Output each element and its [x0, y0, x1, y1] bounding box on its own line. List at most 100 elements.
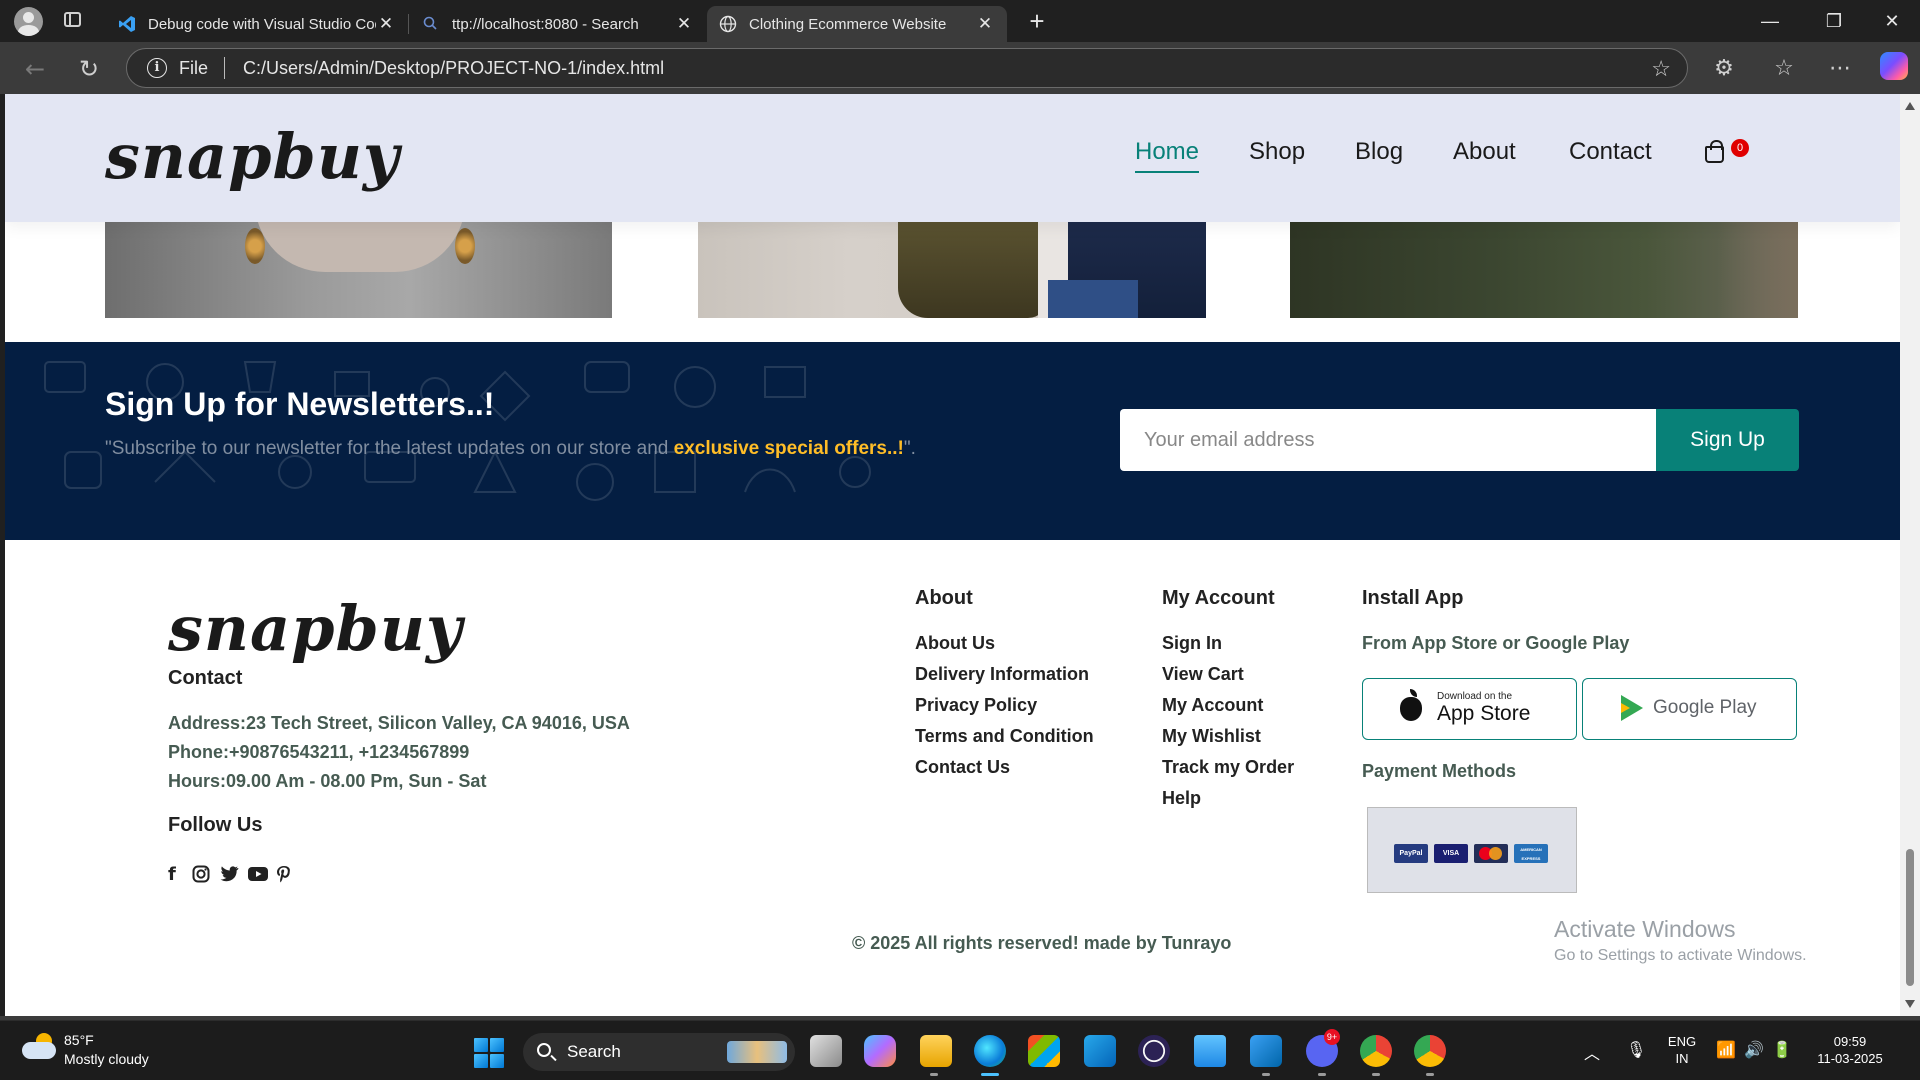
back-arrow-icon[interactable]: ←	[20, 54, 50, 84]
newsletter-text-suffix: ".	[903, 438, 916, 459]
more-options-icon[interactable]: ⋯	[1826, 55, 1854, 83]
site-header: snapbuy Home Shop Blog About Contact 0	[5, 94, 1900, 222]
facebook-icon[interactable]: f	[168, 864, 180, 885]
contact-us-link[interactable]: Contact Us	[915, 757, 1010, 778]
sign-in-link[interactable]: Sign In	[1162, 633, 1222, 654]
terms-and-condition-link[interactable]: Terms and Condition	[915, 726, 1094, 747]
task-view-icon[interactable]	[810, 1035, 842, 1067]
scrollbar-thumb[interactable]	[1906, 849, 1914, 986]
clock-date: 11-03-2025	[1817, 1051, 1883, 1066]
microsoft-store-icon[interactable]	[1028, 1035, 1060, 1067]
banner-image-accessories[interactable]	[105, 222, 612, 318]
activate-windows-subtitle: Go to Settings to activate Windows.	[1554, 947, 1807, 964]
nav-blog[interactable]: Blog	[1355, 138, 1403, 166]
footer-logo[interactable]: snapbuy	[168, 592, 463, 665]
windows-start-icon[interactable]	[474, 1038, 504, 1068]
google-play-label: Google Play	[1653, 697, 1757, 718]
about-heading: About	[915, 587, 973, 609]
new-tab-button[interactable]: +	[1022, 6, 1052, 36]
activate-windows-title: Activate Windows	[1554, 916, 1736, 942]
volume-icon[interactable]: 🔊	[1744, 1040, 1764, 1060]
payment-methods-heading: Payment Methods	[1362, 761, 1517, 781]
notepad-icon[interactable]	[1194, 1035, 1226, 1067]
weather-widget[interactable]: 85°F Mostly cloudy	[64, 1031, 149, 1069]
delivery-information-link[interactable]: Delivery Information	[915, 664, 1089, 685]
search-highlight-image	[727, 1041, 787, 1063]
install-app-heading: Install App	[1362, 587, 1464, 609]
apple-icon	[1400, 689, 1422, 721]
file-explorer-icon[interactable]	[920, 1035, 952, 1067]
favorite-star-icon[interactable]: ☆	[1651, 56, 1671, 82]
google-play-button[interactable]: Google Play	[1582, 678, 1797, 740]
running-indicator	[1318, 1073, 1326, 1076]
globe-icon	[719, 15, 737, 33]
weather-cloudy-icon[interactable]	[22, 1033, 58, 1061]
url-text[interactable]: C:/Users/Admin/Desktop/PROJECT-NO-1/inde…	[243, 58, 664, 79]
favorites-icon[interactable]: ☆	[1770, 55, 1798, 83]
tab-clothing-ecommerce[interactable]: Clothing Ecommerce Website ✕	[707, 6, 1007, 42]
tab-close-icon[interactable]: ✕	[674, 14, 694, 34]
app-store-button[interactable]: Download on the App Store	[1362, 678, 1577, 740]
edge-browser-icon[interactable]	[974, 1035, 1006, 1067]
profile-avatar-icon[interactable]	[14, 7, 43, 36]
minimize-button[interactable]: —	[1756, 8, 1784, 34]
vscode-app-icon[interactable]	[1250, 1035, 1282, 1067]
instagram-icon[interactable]	[192, 864, 210, 884]
copilot-icon[interactable]	[1880, 52, 1908, 80]
tab-title: Clothing Ecommerce Website	[749, 15, 947, 33]
restore-button[interactable]: ❐	[1820, 8, 1848, 34]
pinterest-icon[interactable]	[276, 864, 292, 884]
nav-home[interactable]: Home	[1135, 138, 1200, 173]
info-icon[interactable]: i	[147, 58, 167, 78]
nav-shop[interactable]: Shop	[1249, 138, 1305, 166]
address-bar[interactable]: i File C:/Users/Admin/Desktop/PROJECT-NO…	[126, 48, 1688, 88]
taskbar-search-box[interactable]: Search	[523, 1033, 795, 1071]
page-scrollbar[interactable]	[1900, 94, 1920, 1016]
track-my-order-link[interactable]: Track my Order	[1162, 757, 1294, 778]
chrome-profile-1-icon[interactable]	[1360, 1035, 1392, 1067]
scroll-up-icon[interactable]	[1905, 102, 1915, 110]
tab-localhost-search[interactable]: ttp://localhost:8080 - Search ✕	[410, 6, 706, 42]
google-play-icon	[1621, 695, 1643, 721]
close-window-button[interactable]: ✕	[1878, 8, 1906, 34]
view-cart-link[interactable]: View Cart	[1162, 664, 1244, 685]
wifi-icon[interactable]: 📶	[1716, 1040, 1736, 1060]
tab-close-icon[interactable]: ✕	[975, 14, 995, 34]
paypal-icon: PayPal	[1394, 844, 1428, 863]
extensions-icon[interactable]: ⚙	[1710, 55, 1738, 83]
tab-actions-icon[interactable]	[64, 12, 81, 27]
nav-about[interactable]: About	[1453, 138, 1516, 166]
language-indicator[interactable]: ENG IN	[1666, 1033, 1698, 1067]
sign-up-button[interactable]: Sign Up	[1656, 409, 1799, 471]
region-code: IN	[1675, 1051, 1689, 1066]
install-app-subtitle: From App Store or Google Play	[1362, 633, 1630, 653]
eclipse-icon[interactable]	[1138, 1035, 1170, 1067]
reload-icon[interactable]: ↻	[74, 54, 104, 84]
newsletter-text-prefix: "Subscribe to our newsletter for the lat…	[105, 438, 674, 459]
tab-close-icon[interactable]: ✕	[376, 14, 396, 34]
battery-icon[interactable]: 🔋	[1772, 1040, 1792, 1060]
microphone-icon[interactable]: 🎙	[1626, 1040, 1646, 1060]
outlook-icon[interactable]	[1084, 1035, 1116, 1067]
my-account-link[interactable]: My Account	[1162, 695, 1263, 716]
nav-contact[interactable]: Contact	[1569, 138, 1652, 166]
my-wishlist-link[interactable]: My Wishlist	[1162, 726, 1261, 747]
banner-image-couple[interactable]	[698, 222, 1206, 318]
twitter-icon[interactable]	[219, 864, 239, 884]
clock[interactable]: 09:59 11-03-2025	[1810, 1033, 1890, 1067]
show-hidden-icons-chevron-icon[interactable]: ︿	[1584, 1040, 1600, 1064]
youtube-icon[interactable]	[247, 864, 269, 884]
scroll-down-icon[interactable]	[1905, 1000, 1915, 1008]
mastercard-icon	[1474, 844, 1508, 863]
about-us-link[interactable]: About Us	[915, 633, 995, 654]
help-link[interactable]: Help	[1162, 788, 1201, 809]
site-logo[interactable]: snapbuy	[105, 120, 400, 193]
chrome-profile-2-icon[interactable]	[1414, 1035, 1446, 1067]
privacy-policy-link[interactable]: Privacy Policy	[915, 695, 1037, 716]
shopping-bag-icon[interactable]	[1705, 140, 1724, 163]
running-indicator	[1372, 1073, 1380, 1076]
tab-vscode-debug[interactable]: Debug code with Visual Studio Code ✕	[106, 6, 408, 42]
email-input[interactable]	[1120, 409, 1656, 471]
copilot-app-icon[interactable]	[864, 1035, 896, 1067]
banner-image-jacket[interactable]	[1290, 222, 1798, 318]
